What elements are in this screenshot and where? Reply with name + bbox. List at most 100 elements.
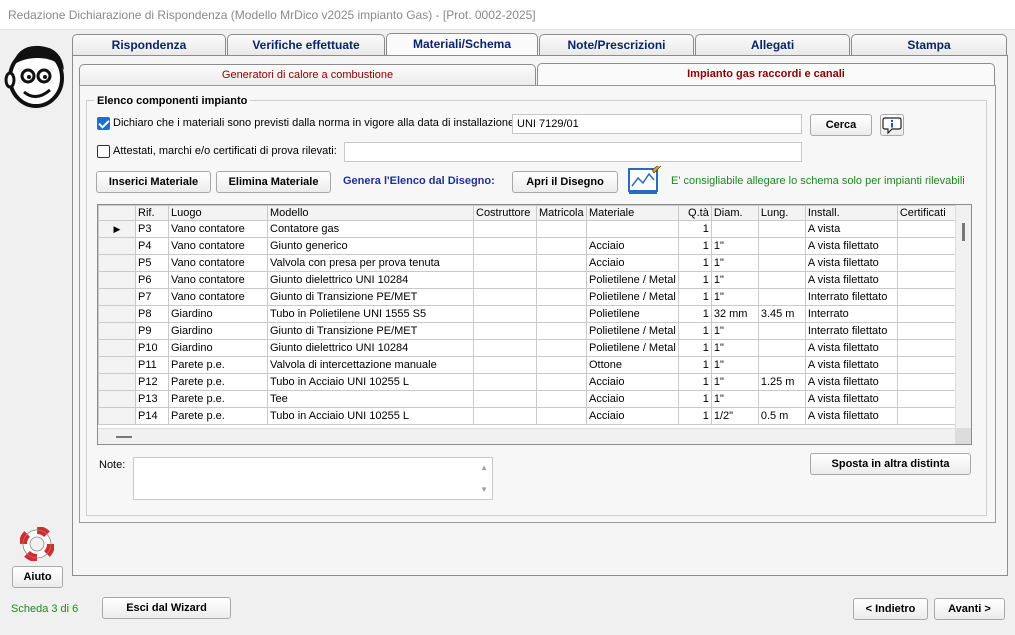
cell-qta[interactable]: 1	[677, 254, 712, 272]
table-row[interactable]: P14 Parete p.e. Tubo in Acciaio UNI 10255 …	[98, 407, 960, 425]
row-selector[interactable]	[98, 288, 136, 306]
cell-diam[interactable]: 1"	[710, 373, 759, 391]
tab-verifiche[interactable]: Verifiche effettuate	[227, 34, 385, 56]
cell-install[interactable]: Interrato	[804, 305, 898, 323]
cell-rif[interactable]: P10	[135, 339, 169, 357]
lifebuoy-icon[interactable]	[20, 527, 54, 561]
cell-certificati[interactable]	[896, 254, 960, 272]
exit-wizard-button[interactable]: Esci dal Wizard	[102, 597, 231, 619]
cell-qta[interactable]: 1	[677, 322, 712, 340]
cell-luogo[interactable]: Vano contatore	[168, 254, 268, 272]
cell-materiale[interactable]: Polietilene / Metal	[586, 339, 679, 357]
tab-rispondenza[interactable]: Rispondenza	[72, 34, 226, 56]
cell-costruttore[interactable]	[473, 407, 537, 425]
col-header-install[interactable]: Install.	[804, 205, 898, 221]
cell-luogo[interactable]: Parete p.e.	[168, 356, 268, 374]
cell-materiale[interactable]: Polietilene	[586, 305, 679, 323]
cell-luogo[interactable]: Parete p.e.	[168, 390, 268, 408]
notes-field[interactable]: ▲ ▼	[133, 457, 493, 500]
cell-modello[interactable]: Giunto generico	[267, 237, 474, 255]
col-header-modello[interactable]: Modello	[267, 205, 474, 221]
cell-luogo[interactable]: Giardino	[168, 339, 268, 357]
cell-matricola[interactable]	[536, 356, 587, 374]
cell-qta[interactable]: 1	[677, 373, 712, 391]
col-header-qta[interactable]: Q.tà	[677, 205, 712, 221]
cell-modello[interactable]: Tubo in Acciaio UNI 10255 L	[267, 373, 474, 391]
norm-field[interactable]: UNI 7129/01	[512, 114, 802, 134]
cell-rif[interactable]: P9	[135, 322, 169, 340]
cell-materiale[interactable]: Acciaio	[586, 407, 679, 425]
declare-checkbox[interactable]	[97, 117, 110, 130]
cell-diam[interactable]: 1"	[710, 322, 759, 340]
row-selector[interactable]	[98, 356, 136, 374]
delete-material-button[interactable]: Elimina Materiale	[216, 171, 331, 193]
cell-costruttore[interactable]	[473, 254, 537, 272]
col-header-matricola[interactable]: Matricola	[536, 205, 587, 221]
help-button[interactable]: Aiuto	[12, 566, 63, 588]
cell-costruttore[interactable]	[473, 305, 537, 323]
scroll-down-icon[interactable]: ▼	[480, 485, 488, 494]
cell-diam[interactable]: 1"	[710, 356, 759, 374]
cell-certificati[interactable]	[896, 305, 960, 323]
cell-luogo[interactable]: Parete p.e.	[168, 407, 268, 425]
cell-materiale[interactable]: Polietilene / Metal	[586, 271, 679, 289]
cell-luogo[interactable]: Giardino	[168, 322, 268, 340]
cell-certificati[interactable]	[896, 288, 960, 306]
cell-diam[interactable]: 1/2"	[710, 407, 759, 425]
cell-costruttore[interactable]	[473, 271, 537, 289]
col-header-rif[interactable]: Rif.	[135, 205, 169, 221]
col-header-costruttore[interactable]: Costruttore	[473, 205, 537, 221]
cell-lung[interactable]	[757, 356, 806, 374]
cell-diam[interactable]	[710, 220, 759, 238]
cell-qta[interactable]: 1	[677, 288, 712, 306]
row-selector[interactable]	[98, 271, 136, 289]
cell-certificati[interactable]	[896, 373, 960, 391]
row-selector[interactable]	[98, 254, 136, 272]
cell-lung[interactable]	[757, 288, 806, 306]
cell-rif[interactable]: P4	[135, 237, 169, 255]
cell-install[interactable]: A vista filettato	[804, 339, 898, 357]
cell-luogo[interactable]: Vano contatore	[168, 237, 268, 255]
cell-lung[interactable]	[757, 254, 806, 272]
info-button[interactable]	[880, 114, 904, 136]
table-row[interactable]: P4 Vano contatore Giunto generico Acciaio 1 1…	[98, 237, 960, 255]
cell-lung[interactable]	[757, 237, 806, 255]
cell-qta[interactable]: 1	[677, 220, 712, 238]
table-row[interactable]: P11 Parete p.e. Valvola di intercettazione…	[98, 356, 960, 374]
cell-install[interactable]: A vista	[804, 220, 898, 238]
table-row[interactable]: P13 Parete p.e. Tee Acciaio 1 1" A vista filet…	[98, 390, 960, 408]
cell-modello[interactable]: Contatore gas	[267, 220, 474, 238]
cell-matricola[interactable]	[536, 373, 587, 391]
row-selector[interactable]	[98, 339, 136, 357]
cell-matricola[interactable]	[536, 322, 587, 340]
table-row[interactable]: P9 Giardino Giunto di Transizione PE/MET Po…	[98, 322, 960, 340]
cell-costruttore[interactable]	[473, 390, 537, 408]
tab-stampa[interactable]: Stampa	[851, 34, 1007, 56]
cell-modello[interactable]: Giunto di Transizione PE/MET	[267, 322, 474, 340]
tab-allegati[interactable]: Allegati	[695, 34, 850, 56]
cell-rif[interactable]: P5	[135, 254, 169, 272]
cell-costruttore[interactable]	[473, 220, 537, 238]
cell-rif[interactable]: P3	[135, 220, 169, 238]
cell-diam[interactable]: 32 mm	[710, 305, 759, 323]
materials-table[interactable]: Rif. Luogo Modello Costruttore Matricola…	[97, 204, 972, 445]
row-pointer-icon[interactable]: ▶	[98, 220, 136, 238]
table-row[interactable]: P7 Vano contatore Giunto di Transizione PE…	[98, 288, 960, 306]
move-to-other-list-button[interactable]: Sposta in altra distinta	[810, 453, 971, 475]
cell-lung[interactable]: 3.45 m	[757, 305, 806, 323]
cell-matricola[interactable]	[536, 237, 587, 255]
cell-certificati[interactable]	[896, 339, 960, 357]
cell-diam[interactable]: 1"	[710, 271, 759, 289]
cell-lung[interactable]	[757, 220, 806, 238]
cell-luogo[interactable]: Vano contatore	[168, 288, 268, 306]
cell-matricola[interactable]	[536, 288, 587, 306]
cell-matricola[interactable]	[536, 339, 587, 357]
cell-matricola[interactable]	[536, 390, 587, 408]
cell-certificati[interactable]	[896, 390, 960, 408]
cell-install[interactable]: A vista filettato	[804, 271, 898, 289]
certified-checkbox[interactable]	[97, 145, 110, 158]
cell-costruttore[interactable]	[473, 237, 537, 255]
cell-modello[interactable]: Giunto dielettrico UNI 10284	[267, 339, 474, 357]
cell-certificati[interactable]	[896, 220, 960, 238]
cell-rif[interactable]: P6	[135, 271, 169, 289]
